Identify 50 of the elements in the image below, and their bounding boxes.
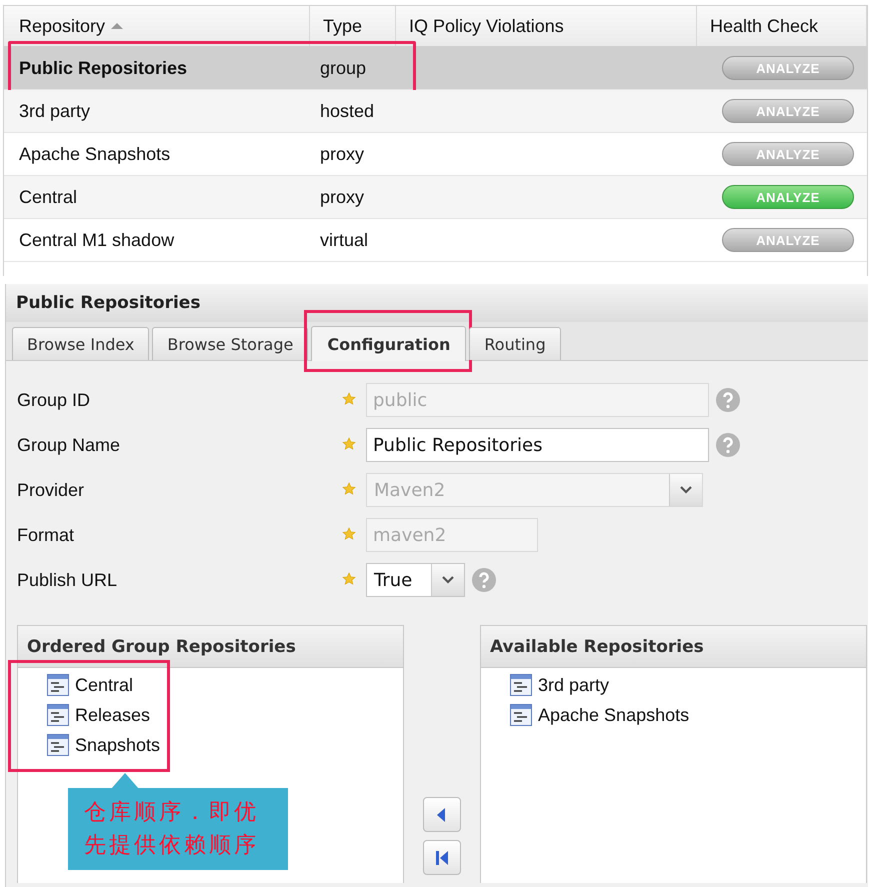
list-item[interactable]: Releases	[47, 704, 160, 726]
repository-type: virtual	[319, 230, 370, 250]
list-item[interactable]: Central	[47, 674, 160, 696]
tab[interactable]: Configuration	[311, 326, 466, 361]
list-item[interactable]: 3rd party	[510, 674, 690, 696]
column-header[interactable]: Type	[310, 6, 396, 46]
tab[interactable]: Browse Storage	[152, 327, 308, 360]
repository-name: Apache Snapshots	[18, 144, 172, 164]
tab[interactable]: Routing	[469, 327, 561, 360]
column-header[interactable]: Health Check	[697, 6, 867, 46]
repository-icon	[510, 704, 532, 726]
table-row[interactable]: Public Repositories group ANALYZE	[4, 47, 867, 90]
repository-type: group	[319, 58, 368, 78]
table-row[interactable]: Central M1 shadow virtual ANALYZE	[4, 219, 867, 262]
column-header[interactable]: IQ Policy Violations	[396, 6, 697, 46]
repository-name: Central M1 shadow	[18, 230, 176, 250]
repository-type: proxy	[319, 144, 366, 164]
repository-icon	[510, 674, 532, 696]
chevron-down-icon	[442, 576, 454, 584]
move-left-button[interactable]	[423, 797, 461, 832]
field-label: Format	[17, 524, 76, 546]
help-icon[interactable]	[716, 433, 740, 457]
repository-name: Public Repositories	[18, 58, 188, 78]
table-row[interactable]: 3rd party hosted ANALYZE	[4, 90, 867, 133]
list-header: Ordered Group Repositories	[18, 626, 403, 668]
help-icon[interactable]	[472, 568, 496, 592]
repository-name: 3rd party	[18, 100, 92, 122]
field-label: Provider	[17, 480, 86, 500]
field-label: Group ID	[17, 390, 92, 410]
table-row[interactable]: Central proxy ANALYZE	[4, 176, 867, 219]
field-label: Publish URL	[17, 570, 118, 590]
field-label: Group Name	[17, 434, 122, 456]
repository-icon	[47, 734, 69, 756]
panel-title: Public Repositories	[6, 284, 868, 322]
callout-note: 仓库顺序．即优先提供依赖顺序	[68, 788, 288, 870]
list-header: Available Repositories	[481, 626, 866, 668]
chevron-down-icon	[680, 486, 692, 494]
repository-type: proxy	[319, 186, 366, 208]
repository-name: Central	[18, 186, 78, 208]
move-first-button[interactable]	[423, 840, 461, 875]
repository-type: hosted	[319, 100, 376, 122]
column-header[interactable]: Repository	[4, 6, 310, 46]
repository-icon	[47, 704, 69, 726]
tab[interactable]: Browse Index	[12, 327, 150, 360]
repository-icon	[47, 674, 69, 696]
list-item[interactable]: Apache Snapshots	[510, 704, 690, 726]
sort-ascending-icon	[111, 23, 124, 29]
dropdown[interactable]: True	[366, 563, 465, 597]
input-field[interactable]: Public Repositories	[366, 428, 709, 462]
list-item[interactable]: Snapshots	[47, 734, 160, 756]
